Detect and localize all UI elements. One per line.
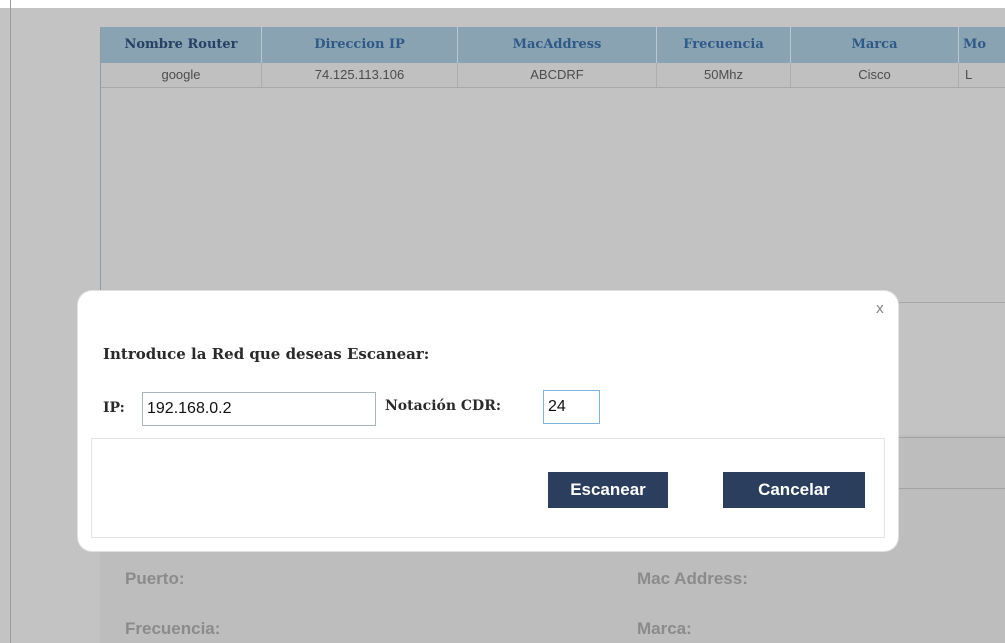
mac-address-label: Mac Address: bbox=[637, 569, 748, 588]
column-header-direccion-ip[interactable]: Direccion IP bbox=[262, 27, 458, 63]
page-divider bbox=[10, 0, 11, 643]
close-icon[interactable]: x bbox=[876, 301, 884, 317]
table-cell: L bbox=[959, 63, 1005, 87]
ip-input[interactable] bbox=[142, 392, 376, 426]
dialog-prompt: Introduce la Red que deseas Escanear: bbox=[103, 345, 430, 363]
button-panel: Escanear Cancelar bbox=[91, 438, 885, 538]
top-strip bbox=[0, 0, 1005, 8]
column-header-frecuencia[interactable]: Frecuencia bbox=[657, 27, 791, 63]
divider bbox=[895, 437, 1005, 438]
divider bbox=[895, 488, 1005, 489]
column-header-marca[interactable]: Marca bbox=[791, 27, 959, 63]
frecuencia-label: Frecuencia: bbox=[125, 619, 221, 638]
routers-table: Nombre Router Direccion IP MacAddress Fr… bbox=[100, 27, 1005, 303]
column-header-modelo[interactable]: Mo bbox=[959, 27, 1005, 63]
column-header-macaddress[interactable]: MacAddress bbox=[458, 27, 657, 63]
table-cell: ABCDRF bbox=[458, 63, 657, 87]
column-header-nombre-router[interactable]: Nombre Router bbox=[101, 27, 262, 63]
ip-label: IP: bbox=[103, 400, 125, 416]
table-cell: google bbox=[101, 63, 262, 87]
cancel-button[interactable]: Cancelar bbox=[723, 472, 865, 508]
table-cell: 50Mhz bbox=[657, 63, 791, 87]
cdr-label: Notación CDR: bbox=[385, 398, 501, 414]
cdr-input[interactable] bbox=[543, 390, 600, 424]
puerto-label: Puerto: bbox=[125, 569, 185, 588]
scan-button[interactable]: Escanear bbox=[548, 472, 668, 508]
scan-network-dialog: x Introduce la Red que deseas Escanear: … bbox=[78, 291, 898, 551]
table-cell: 74.125.113.106 bbox=[262, 63, 458, 87]
table-header: Nombre Router Direccion IP MacAddress Fr… bbox=[101, 27, 1005, 63]
marca-label: Marca: bbox=[637, 619, 692, 638]
table-cell: Cisco bbox=[791, 63, 959, 87]
table-row[interactable]: google 74.125.113.106 ABCDRF 50Mhz Cisco… bbox=[101, 63, 1005, 88]
